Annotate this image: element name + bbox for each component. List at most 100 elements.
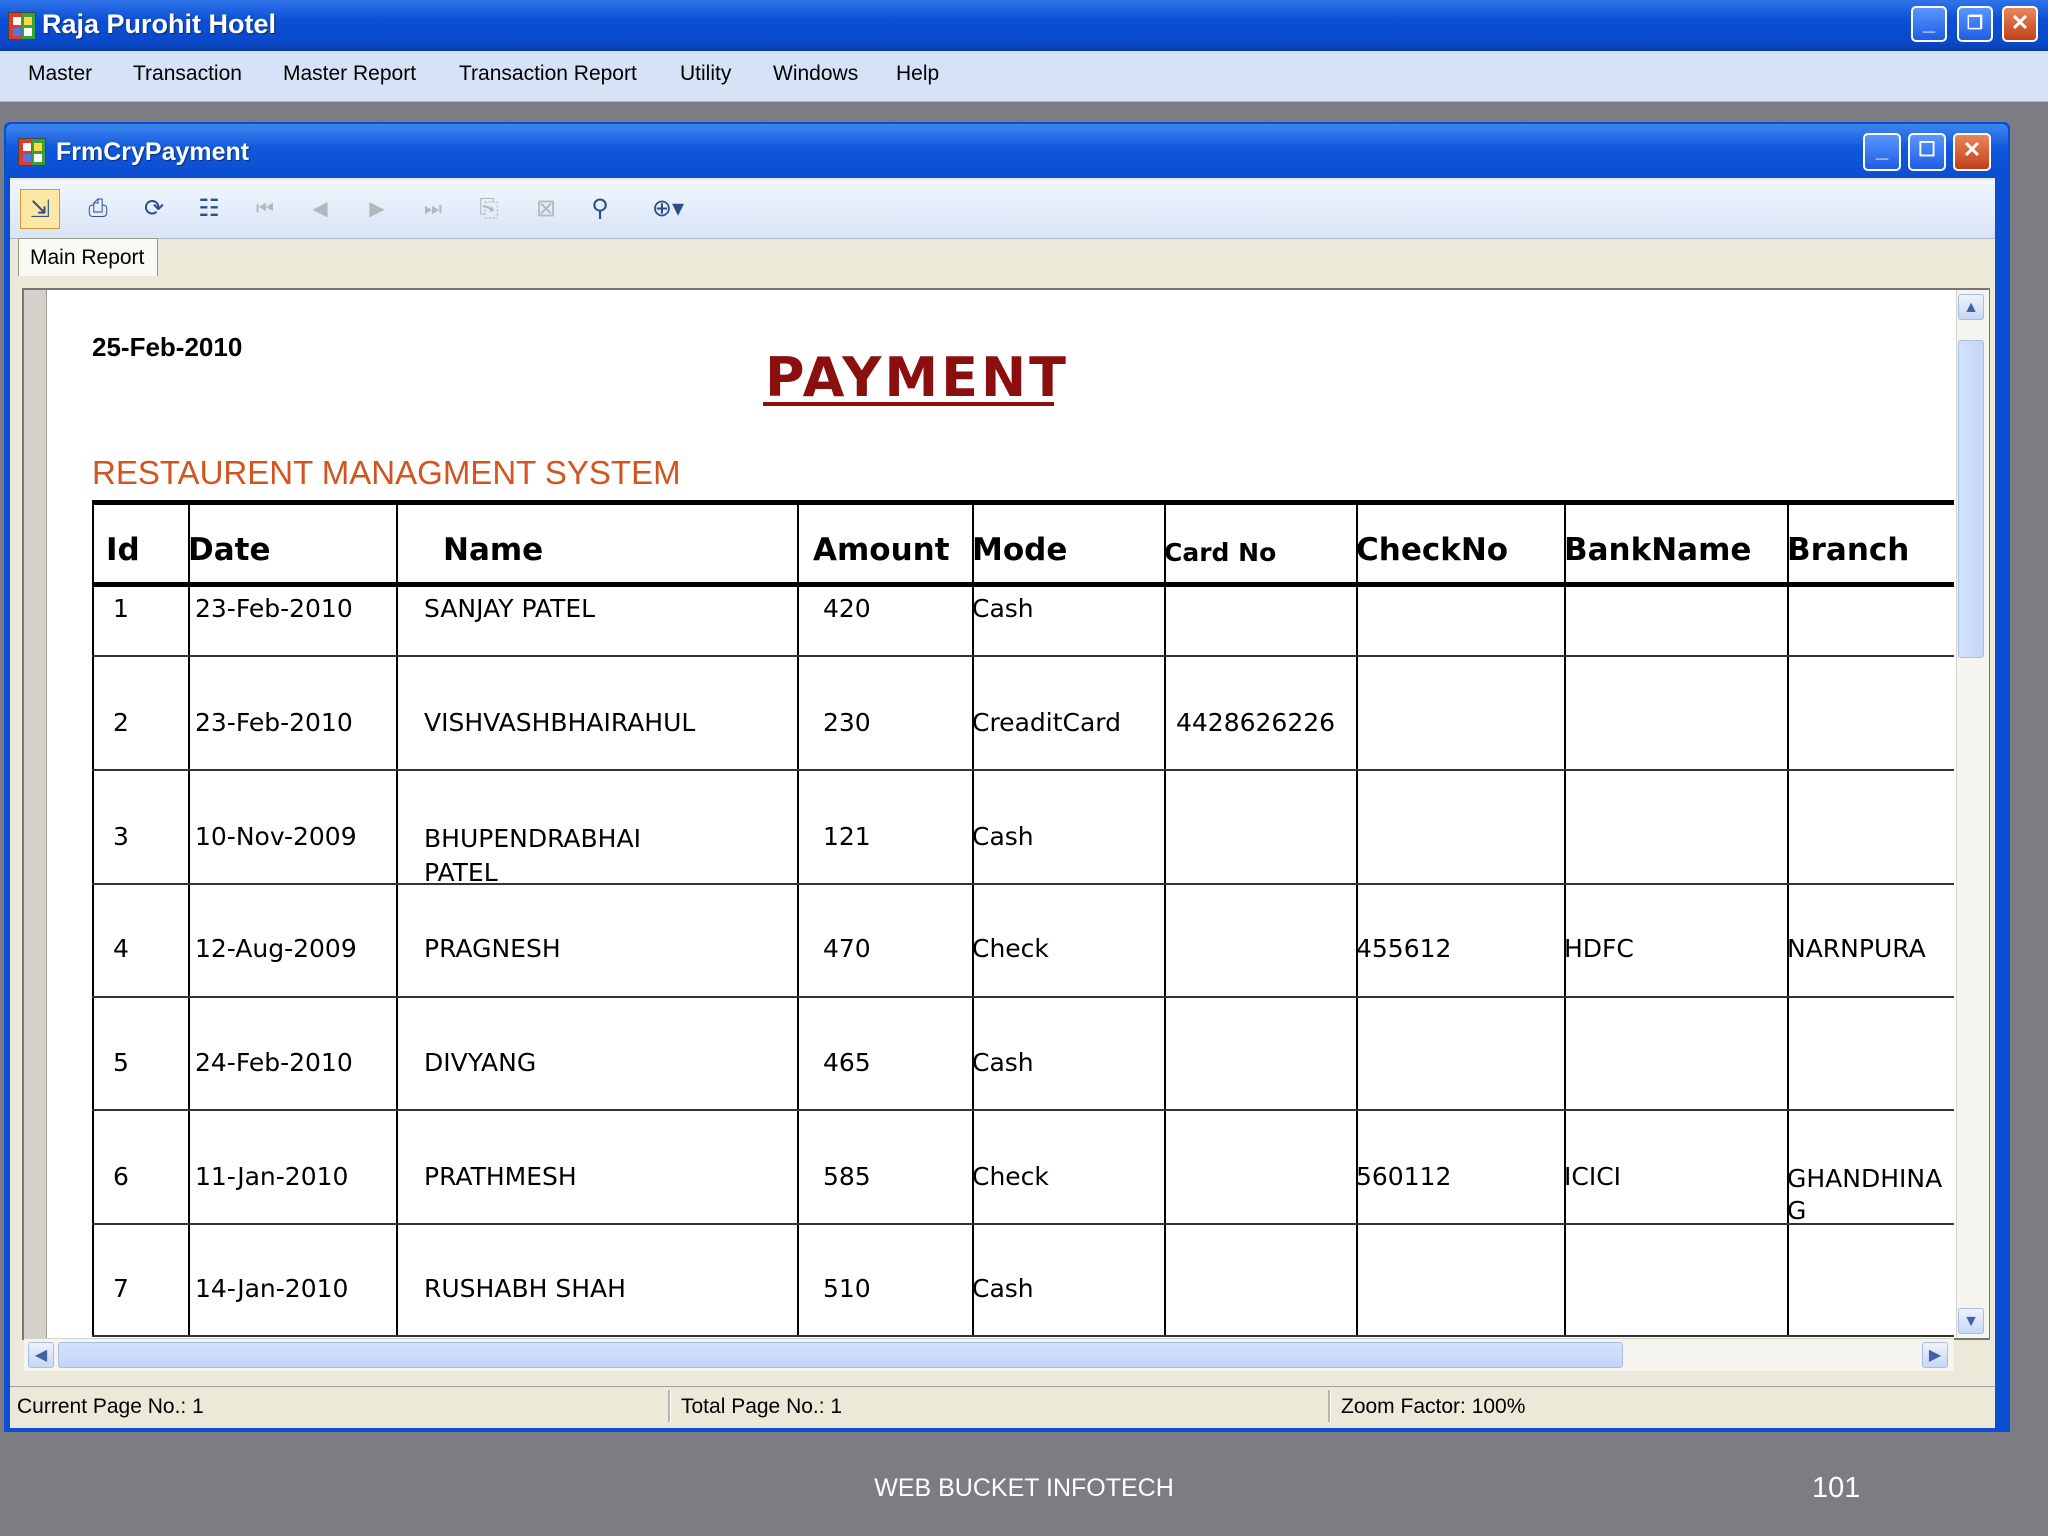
status-current-page: Current Page No.: 1 — [17, 1395, 204, 1418]
cell-mode: Check — [972, 934, 1049, 963]
cell-id: 5 — [113, 1048, 129, 1077]
form-icon — [18, 138, 46, 166]
cell-name-wrap: PATEL — [424, 858, 498, 887]
row-divider — [92, 655, 1954, 657]
first-page-icon[interactable]: ⏮ — [245, 189, 285, 229]
cell-date: 11-Jan-2010 — [195, 1162, 349, 1191]
menu-transaction[interactable]: Transaction — [133, 62, 242, 86]
child-close-icon[interactable]: ✕ — [1953, 133, 1991, 171]
menu-help[interactable]: Help — [896, 62, 939, 86]
cell-amount: 420 — [823, 594, 871, 623]
cell-name: BHUPENDRABHAI — [424, 824, 641, 853]
status-separator — [668, 1390, 671, 1422]
cell-branch: GHANDHINA — [1787, 1164, 1943, 1193]
report-title: PAYMENT — [765, 346, 1069, 409]
column-header-card-no: Card No — [1164, 538, 1277, 567]
window-title: Raja Purohit Hotel — [42, 9, 277, 39]
cell-name: SANJAY PATEL — [424, 594, 596, 623]
minimize-icon[interactable]: _ — [1911, 6, 1947, 42]
close-icon[interactable]: ✕ — [2002, 6, 2038, 42]
cell-amount: 121 — [823, 822, 871, 851]
footer-page-number: 101 — [1812, 1472, 1861, 1504]
row-divider — [92, 1223, 1954, 1225]
menu-transaction-report[interactable]: Transaction Report — [459, 62, 637, 86]
cell-name: DIVYANG — [424, 1048, 537, 1077]
group-tree-icon[interactable]: ☷ — [189, 189, 229, 229]
viewer-margin — [24, 290, 47, 1338]
cell-id: 6 — [113, 1162, 129, 1191]
menu-utility[interactable]: Utility — [680, 62, 731, 86]
row-divider — [92, 769, 1954, 771]
report-subtitle: RESTAURENT MANAGMENT SYSTEM — [92, 454, 681, 491]
cell-name: PRATHMESH — [424, 1162, 577, 1191]
cell-mode: Cash — [972, 594, 1034, 623]
column-divider — [1356, 504, 1358, 1336]
horizontal-scroll-thumb[interactable] — [58, 1342, 1623, 1368]
column-divider — [92, 504, 94, 1336]
cell-date: 14-Jan-2010 — [195, 1274, 349, 1303]
cell-bank-name: HDFC — [1564, 934, 1634, 963]
scroll-right-icon[interactable]: ▶ — [1922, 1342, 1948, 1368]
cell-name: PRAGNESH — [424, 934, 561, 963]
cell-amount: 230 — [823, 708, 871, 737]
vertical-scroll-thumb[interactable] — [1958, 340, 1984, 658]
cell-id: 4 — [113, 934, 129, 963]
row-divider — [92, 996, 1954, 998]
last-page-icon[interactable]: ⏭ — [413, 189, 453, 229]
next-page-icon[interactable]: ▶ — [357, 189, 397, 229]
status-separator — [1328, 1390, 1331, 1422]
menu-master-report[interactable]: Master Report — [283, 62, 416, 86]
scroll-left-icon[interactable]: ◀ — [28, 1342, 54, 1368]
cell-amount: 510 — [823, 1274, 871, 1303]
column-divider — [1564, 504, 1566, 1336]
footer-company: WEB BUCKET INFOTECH — [874, 1474, 1174, 1502]
menu-master[interactable]: Master — [28, 62, 92, 86]
column-header-check-no: CheckNo — [1356, 532, 1509, 568]
row-divider — [92, 883, 1954, 885]
column-header-date: Date — [188, 532, 271, 568]
zoom-icon[interactable]: ⊕▾ — [638, 189, 698, 229]
cell-date: 23-Feb-2010 — [195, 708, 353, 737]
scroll-up-icon[interactable]: ▲ — [1958, 294, 1984, 320]
goto-page-icon[interactable]: ⎘ — [469, 189, 509, 229]
status-bar — [10, 1386, 1995, 1427]
cell-branch-wrap: G — [1787, 1196, 1807, 1225]
column-divider — [797, 504, 799, 1336]
menu-windows[interactable]: Windows — [773, 62, 858, 86]
child-minimize-icon[interactable]: _ — [1863, 133, 1901, 171]
cell-date: 24-Feb-2010 — [195, 1048, 353, 1077]
export-icon[interactable]: ⇲ — [20, 189, 60, 229]
search-icon[interactable]: ⚲ — [580, 189, 620, 229]
print-icon[interactable]: ⎙ — [78, 189, 118, 229]
cell-branch: NARNPURA — [1787, 934, 1926, 963]
column-header-branch: Branch — [1787, 532, 1910, 568]
main-titlebar — [0, 0, 2048, 51]
cell-date: 10-Nov-2009 — [195, 822, 357, 851]
cell-name: RUSHABH SHAH — [424, 1274, 626, 1303]
cell-id: 2 — [113, 708, 129, 737]
cell-amount: 585 — [823, 1162, 871, 1191]
stop-icon[interactable]: ⊠ — [526, 189, 566, 229]
previous-page-icon[interactable]: ◀ — [300, 189, 340, 229]
cell-mode: Cash — [972, 1048, 1034, 1077]
cell-id: 1 — [113, 594, 129, 623]
cell-id: 3 — [113, 822, 129, 851]
cell-amount: 470 — [823, 934, 871, 963]
column-divider — [1164, 504, 1166, 1336]
status-total-page: Total Page No.: 1 — [681, 1395, 843, 1418]
column-header-mode: Mode — [972, 532, 1068, 568]
cell-mode: CreaditCard — [972, 708, 1121, 737]
row-divider — [92, 1335, 1954, 1337]
child-maximize-icon[interactable]: ☐ — [1908, 133, 1946, 171]
table-top-border — [92, 500, 1954, 505]
tab-main-report[interactable]: Main Report — [18, 238, 158, 276]
app-icon — [8, 12, 36, 40]
title-underline — [763, 402, 1054, 406]
column-header-name: Name — [443, 532, 544, 568]
restore-icon[interactable]: ❐ — [1957, 6, 1993, 42]
cell-name: VISHVASHBHAIRAHUL — [424, 708, 696, 737]
refresh-icon[interactable]: ⟳ — [134, 189, 174, 229]
child-window-title: FrmCryPayment — [56, 138, 250, 166]
report-date: 25-Feb-2010 — [92, 332, 243, 362]
scroll-down-icon[interactable]: ▼ — [1958, 1308, 1984, 1334]
